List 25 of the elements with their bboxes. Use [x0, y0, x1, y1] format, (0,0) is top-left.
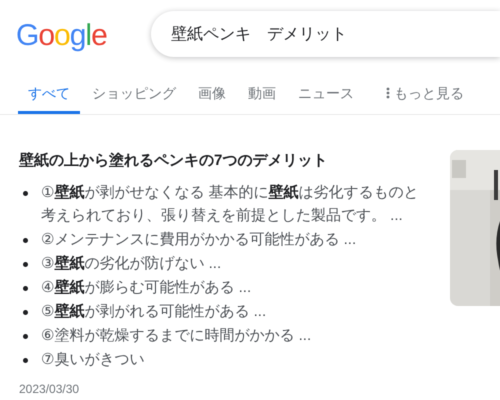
- search-tab[interactable]: ショッピング: [82, 74, 186, 114]
- google-logo[interactable]: Google: [16, 21, 107, 51]
- search-tab[interactable]: 動画: [238, 74, 286, 114]
- bullet-icon: [23, 262, 28, 266]
- snippet-item: ⑤壁紙が剥がれる可能性がある ...: [41, 302, 266, 322]
- bullet-icon: [23, 358, 28, 362]
- bullet-icon: [23, 334, 28, 338]
- more-icon: [386, 87, 390, 100]
- search-tab[interactable]: ニュース: [288, 74, 364, 114]
- bullet-icon: [23, 310, 28, 314]
- snippet-item: ④壁紙が膨らむ可能性がある ...: [41, 278, 252, 298]
- bullet-icon: [23, 190, 28, 196]
- more-tab[interactable]: もっと見る: [376, 74, 474, 114]
- bullet-icon: [23, 286, 28, 290]
- snippet-item: ①壁紙が剥がせなくなる 基本的に壁紙は劣化するものと考えられており、張り替えを前提とした製品です。 ...: [41, 182, 420, 226]
- search-field[interactable]: 壁紙ペンキ デメリット: [150, 11, 500, 57]
- result-title[interactable]: 壁紙の上から塗れるペンキの7つのデメリット: [19, 150, 328, 172]
- search-tab[interactable]: すべて: [18, 74, 80, 114]
- snippet-item: ⑥塗料が乾燥するまでに時間がかかる ...: [41, 326, 312, 346]
- snippet-item: ⑦臭いがきつい: [41, 350, 144, 370]
- snippet-item: ②メンテナンスに費用がかかる可能性がある ...: [41, 230, 356, 250]
- bullet-icon: [23, 238, 28, 242]
- result-date: 2023/03/30: [19, 380, 80, 398]
- search-tab[interactable]: 画像: [188, 74, 236, 114]
- snippet-item: ③壁紙の劣化が防げない ...: [41, 254, 222, 274]
